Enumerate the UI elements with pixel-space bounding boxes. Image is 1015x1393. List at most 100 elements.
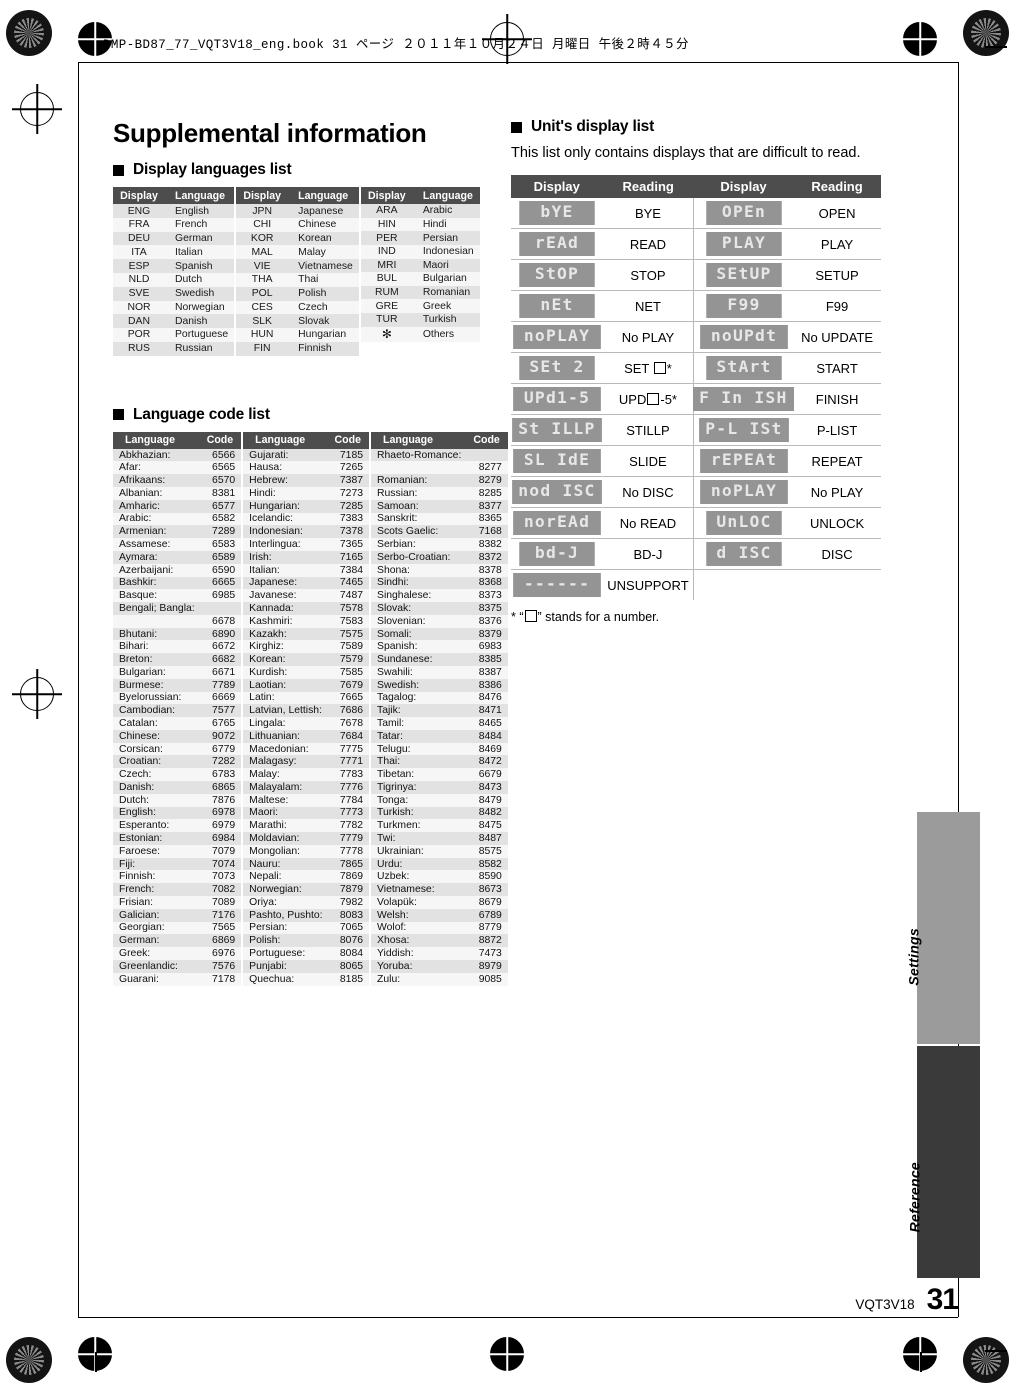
table-row: Nepali: 7869 [243, 870, 370, 884]
language-name-cell: Polish [290, 286, 359, 301]
display-code-cell: NLD [113, 272, 167, 287]
language-name-cell: Latvian, Lettish: [243, 704, 329, 718]
language-code-cell: 8279 [467, 474, 508, 488]
table-row: Sindhi: 8368 [371, 576, 508, 590]
language-name-cell: Hindi [414, 217, 480, 232]
table-row: Irish: 7165 [243, 550, 370, 564]
table-row: Hindi: 7273 [243, 487, 370, 500]
seven-segment-display-icon: SL IdE [512, 449, 601, 474]
side-tab-reference[interactable]: Reference [906, 1046, 980, 1278]
table-row: SVE Swedish [113, 286, 235, 301]
language-name-cell: Kashmiri: [243, 614, 329, 628]
display-code-cell: ENG [113, 204, 167, 218]
display-code-cell: RUM [360, 285, 415, 300]
language-name-cell [371, 461, 468, 475]
column-header-display-right: Display [693, 175, 794, 199]
display-code-cell: PER [360, 231, 415, 245]
reading-cell-right: DISC [793, 538, 881, 571]
language-name-cell: Burmese: [113, 678, 201, 692]
language-name-cell: Abkhazian: [113, 448, 201, 462]
display-cell-right: noPLAY [693, 476, 794, 509]
language-name-cell: Punjabi: [243, 959, 329, 973]
display-cell-right: F99 [693, 290, 794, 323]
page-title: Supplemental information [113, 118, 427, 148]
language-code-cell: 7065 [328, 921, 370, 935]
table-row: KOR Korean [236, 231, 359, 246]
display-cell-left: bYE [511, 198, 603, 230]
language-name-cell: Tigrinya: [371, 781, 468, 794]
reading-cell-left: No PLAY [602, 321, 694, 354]
table-row: SEt 2 SET * StArt START [511, 352, 881, 385]
display-code-cell: THA [236, 272, 291, 287]
section-heading-language-code: Language code list [113, 406, 493, 424]
language-code-column-1: Language Code Abkhazian: 6566 Afar: 6565 Afr… [113, 431, 242, 986]
language-code-cell: 8673 [467, 883, 508, 897]
table-row: ENG English [113, 204, 235, 218]
language-name-cell: Icelandic: [243, 512, 329, 526]
language-name-cell: Estonian: [113, 832, 201, 845]
column-header-reading-left: Reading [602, 175, 694, 199]
language-code-cell: 6583 [200, 538, 242, 551]
language-name-cell: Mongolian: [243, 844, 329, 858]
display-code-cell: VIE [236, 259, 291, 273]
table-row: nod ISC No DISC noPLAY No PLAY [511, 476, 881, 509]
column-header-language: Language [113, 431, 201, 449]
table-row: Afrikaans: 6570 [113, 474, 242, 488]
seven-segment-display-icon: bYE [518, 201, 595, 226]
language-name-cell: Russian: [371, 487, 468, 500]
table-row: Cambodian: 7577 [113, 704, 242, 718]
table-row: FRA French [113, 217, 235, 232]
language-name-cell: Irish: [243, 550, 329, 564]
display-code-cell: ✻ [360, 326, 415, 343]
document-header-line: DMP-BD87_77_VQT3V18_eng.book 31 ページ ２０１１… [103, 38, 689, 52]
language-code-cell: 7865 [328, 857, 370, 871]
table-row: Spanish: 6983 [371, 640, 508, 654]
display-cell-right: F In ISH [693, 383, 795, 416]
section-heading-display-languages: Display languages list [113, 161, 493, 179]
corner-print-dot-tl [6, 10, 52, 56]
language-name-cell: Spanish [167, 259, 235, 273]
unit-display-lead-text: This list only contains displays that ar… [511, 145, 861, 161]
table-row: Interlingua: 7365 [243, 538, 370, 551]
language-code-cell: 8084 [328, 947, 370, 960]
table-row: Malayalam: 7776 [243, 781, 370, 794]
language-name-cell: Czech: [113, 768, 201, 781]
language-code-cell: 8083 [328, 908, 370, 922]
table-row: Somali: 8379 [371, 627, 508, 641]
language-code-cell: 7365 [328, 538, 370, 551]
language-code-cell: 8487 [467, 832, 508, 845]
language-code-cell: 6779 [200, 742, 242, 756]
language-name-cell: Bengali; Bangla: [113, 602, 201, 615]
table-row: ITA Italian [113, 245, 235, 260]
table-row: Bihari: 6672 [113, 640, 242, 654]
header-rule [78, 62, 958, 63]
table-row: Swahili: 8387 [371, 665, 508, 679]
table-row: Kurdish: 7585 [243, 665, 370, 679]
language-code-cell: 6976 [200, 947, 242, 960]
display-code-cell: DAN [113, 314, 167, 329]
language-name-cell: Georgian: [113, 921, 201, 935]
table-row: Slovenian: 8376 [371, 614, 508, 628]
display-cell-left: StOP [511, 259, 603, 292]
display-code-cell: HUN [236, 328, 291, 342]
language-code-cell: 8076 [328, 934, 370, 948]
language-name-cell: Sindhi: [371, 576, 468, 590]
display-languages-table: Display Language ENG English FRA French DEU G… [113, 187, 493, 356]
display-cell-left: UPd1-5 [511, 383, 603, 416]
display-cell-right [693, 569, 794, 601]
side-tab-settings[interactable]: Settings [906, 812, 980, 1044]
language-name-cell: Volapük: [371, 896, 468, 909]
language-code-cell: 7876 [200, 793, 242, 807]
table-row: Lingala: 7678 [243, 717, 370, 730]
table-row: Oriya: 7982 [243, 896, 370, 909]
language-name-cell: Dutch [167, 272, 235, 287]
table-row: Icelandic: 7383 [243, 512, 370, 526]
language-name-cell: Dutch: [113, 793, 201, 807]
table-row: Tonga: 8479 [371, 793, 508, 807]
table-row: Shona: 8378 [371, 563, 508, 577]
language-name-cell: Portuguese: [243, 947, 329, 960]
display-code-cell: JPN [236, 204, 291, 218]
display-cell-left: SEt 2 [511, 352, 603, 385]
seven-segment-display-icon: ------ [512, 573, 601, 598]
language-code-cell: 7684 [328, 729, 370, 743]
